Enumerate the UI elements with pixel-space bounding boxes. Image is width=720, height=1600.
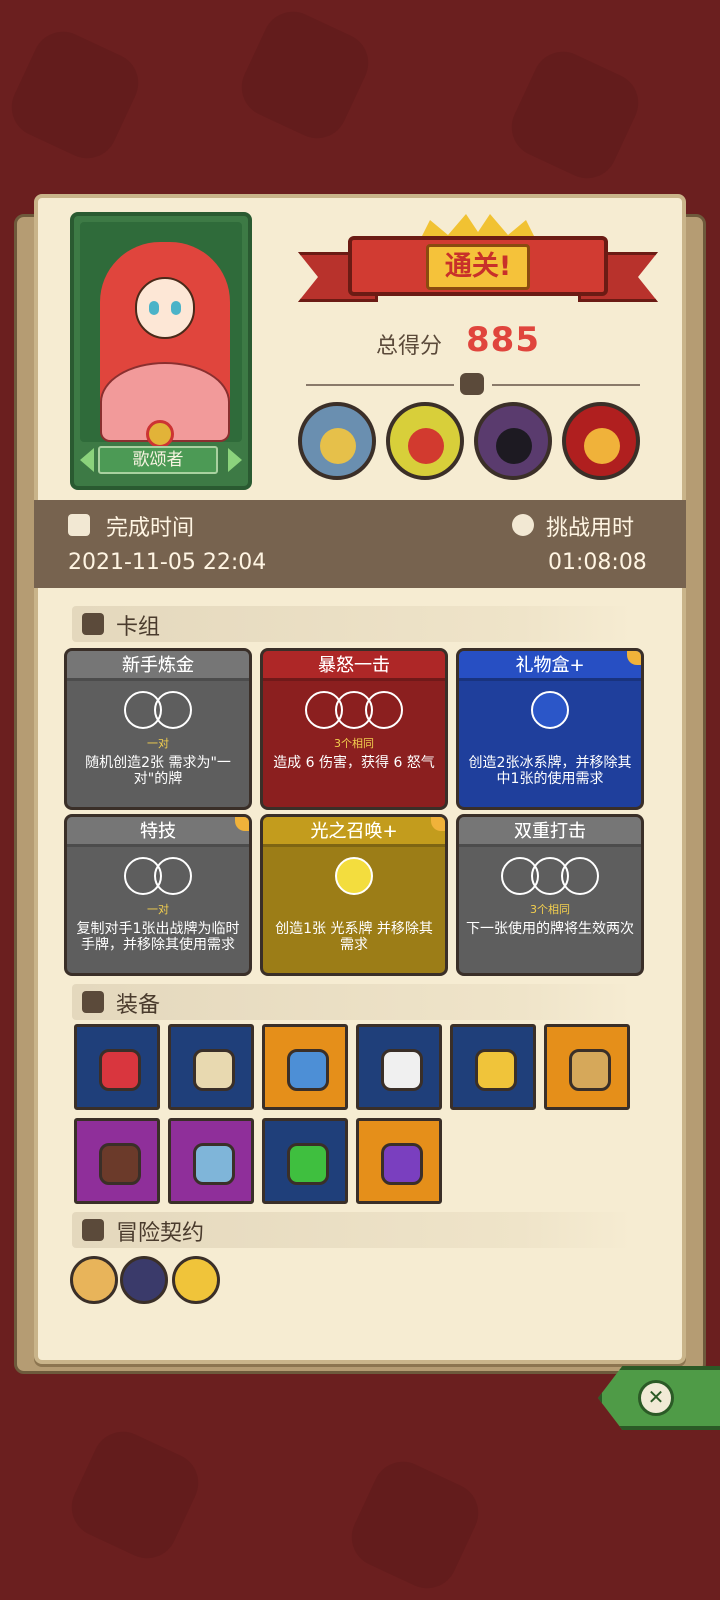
- equipment-slot[interactable]: [356, 1118, 442, 1204]
- card-description: 下一张使用的牌将生效两次: [466, 921, 634, 937]
- hero-artwork: [80, 222, 242, 442]
- box-icon: [82, 991, 104, 1013]
- card-requirement-icons: [263, 689, 445, 731]
- equipment-slot[interactable]: [450, 1024, 536, 1110]
- background-decoration: [341, 1451, 489, 1599]
- deck-card[interactable]: 光之召唤+ 创造1张 光系牌 并移除其需求: [260, 814, 448, 976]
- card-title: 光之召唤+: [263, 817, 445, 847]
- equipment-slot[interactable]: [168, 1118, 254, 1204]
- cards-icon: [82, 613, 104, 635]
- gold-helmet-icon: [475, 1049, 517, 1091]
- boss-face: [408, 428, 444, 464]
- card-title: 新手炼金: [67, 651, 249, 681]
- boss-face: [496, 428, 532, 464]
- card-requirement-icons: [263, 855, 445, 897]
- card-title: 礼物盒+: [459, 651, 641, 681]
- contract-title: 冒险契约: [116, 1221, 205, 1246]
- victory-banner: 通关!: [298, 214, 658, 314]
- card-requirement-icons: [67, 855, 249, 897]
- card-requirement-icons: [67, 689, 249, 731]
- button-icon: [99, 1143, 141, 1185]
- background-decoration: [1, 21, 149, 169]
- card-description: 复制对手1张出战牌为临时手牌，并移除其使用需求: [76, 921, 240, 953]
- finish-time-label: 完成时间: [106, 516, 195, 541]
- person-icon: [82, 1219, 104, 1241]
- close-icon: ✕: [638, 1380, 674, 1416]
- card-description: 随机创造2张 需求为"一对"的牌: [85, 755, 231, 787]
- divider-line: [306, 384, 454, 386]
- card-requirement: 一对: [147, 903, 169, 916]
- card-description: 创造2张冰系牌，并移除其中1张的使用需求: [468, 755, 632, 787]
- boss-avatar[interactable]: [474, 402, 552, 480]
- hammer-contract-icon[interactable]: [120, 1256, 168, 1304]
- card-description: 创造1张 光系牌 并移除其需求: [275, 921, 433, 953]
- hero-name: 歌颂者: [98, 446, 218, 474]
- deck-card[interactable]: 暴怒一击 3个相同 造成 6 伤害，获得 6 怒气: [260, 648, 448, 810]
- boss-avatar[interactable]: [386, 402, 464, 480]
- equipment-slot[interactable]: [74, 1118, 160, 1204]
- deck-card[interactable]: 双重打击 3个相同 下一张使用的牌将生效两次: [456, 814, 644, 976]
- equipment-slot[interactable]: [74, 1024, 160, 1110]
- skull-icon: [460, 373, 484, 395]
- equipment-section-header: 装备: [72, 984, 634, 1020]
- hero-eye: [171, 301, 181, 315]
- card-requirement: 一对: [147, 737, 169, 750]
- scroll-contract-icon[interactable]: [70, 1256, 118, 1304]
- background-decoration: [501, 41, 649, 189]
- score-value: 885: [466, 320, 540, 360]
- card-title: 双重打击: [459, 817, 641, 847]
- background-decoration: [61, 1421, 209, 1569]
- medal-icon: [146, 420, 174, 448]
- finish-time-value: 2021-11-05 22:04: [68, 550, 267, 575]
- arrow-left-icon: [80, 448, 94, 472]
- duration-label: 挑战用时: [546, 516, 635, 541]
- equipment-slot[interactable]: [356, 1024, 442, 1110]
- contract-section-header: 冒险契约: [72, 1212, 634, 1248]
- gold-coin-contract-icon[interactable]: [172, 1256, 220, 1304]
- equipment-slot[interactable]: [168, 1024, 254, 1110]
- boss-avatar[interactable]: [298, 402, 376, 480]
- equipment-slot[interactable]: [262, 1118, 348, 1204]
- scroll-map-icon: [193, 1049, 235, 1091]
- banner-title: 通关!: [426, 244, 530, 290]
- card-requirement-icons: [459, 689, 641, 731]
- card-title: 暴怒一击: [263, 651, 445, 681]
- deck-card[interactable]: 礼物盒+ 创造2张冰系牌，并移除其中1张的使用需求: [456, 648, 644, 810]
- film-icon: [68, 514, 90, 536]
- blue-stone-icon: [287, 1049, 329, 1091]
- equipment-title: 装备: [116, 993, 161, 1018]
- skull-helmet-icon: [381, 1049, 423, 1091]
- hero-portrait-card[interactable]: 歌颂者: [70, 212, 252, 490]
- deck-card[interactable]: 特技 一对 复制对手1张出战牌为临时手牌，并移除其使用需求: [64, 814, 252, 976]
- divider-line: [492, 384, 640, 386]
- boss-face: [320, 428, 356, 464]
- stopwatch-icon: [512, 514, 534, 536]
- card-requirement: 3个相同: [530, 903, 570, 916]
- card-description: 造成 6 伤害，获得 6 怒气: [273, 755, 435, 771]
- duration-value: 01:08:08: [548, 550, 647, 575]
- arrow-right-icon: [228, 448, 242, 472]
- equipment-slot[interactable]: [544, 1024, 630, 1110]
- background-decoration: [231, 1, 379, 149]
- boss-face: [584, 428, 620, 464]
- purple-cloak-icon: [381, 1143, 423, 1185]
- dagger-icon: [193, 1143, 235, 1185]
- equipment-slot[interactable]: [262, 1024, 348, 1110]
- card-title: 特技: [67, 817, 249, 847]
- deck-title: 卡组: [116, 615, 161, 640]
- coin-sack-icon: [569, 1049, 611, 1091]
- close-button[interactable]: ✕: [598, 1366, 720, 1430]
- score-label: 总得分: [376, 334, 443, 359]
- card-requirement-icons: [459, 855, 641, 897]
- emerald-gem-icon: [287, 1143, 329, 1185]
- deck-section-header: 卡组: [72, 606, 634, 642]
- card-requirement: 3个相同: [334, 737, 374, 750]
- boss-avatar[interactable]: [562, 402, 640, 480]
- hero-face: [135, 277, 195, 339]
- ruby-gem-icon: [99, 1049, 141, 1091]
- hero-eye: [149, 301, 159, 315]
- deck-card[interactable]: 新手炼金 一对 随机创造2张 需求为"一对"的牌: [64, 648, 252, 810]
